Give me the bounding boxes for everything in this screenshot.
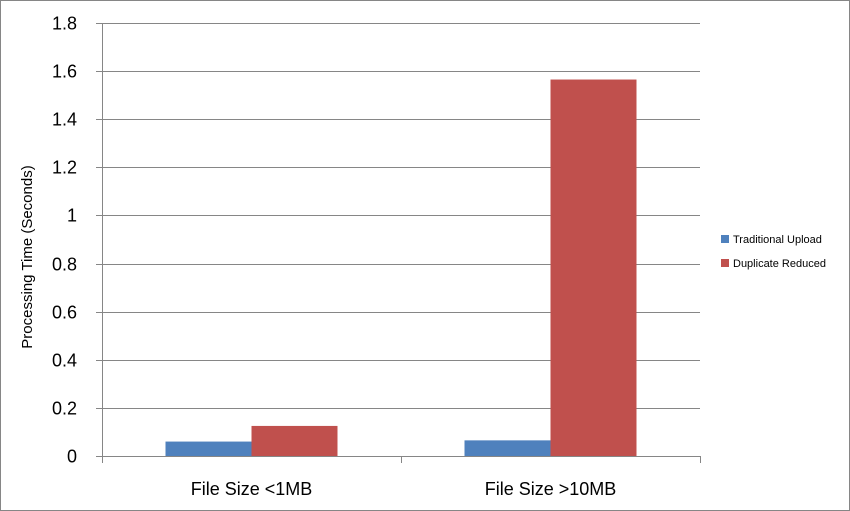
y-tick-label: 1.4 — [52, 110, 77, 130]
legend-label: Traditional Upload — [733, 234, 822, 246]
y-tick-label: 0 — [67, 447, 77, 467]
y-tick-label: 0.6 — [52, 303, 77, 323]
y-axis-title: Processing Time (Seconds) — [19, 165, 36, 348]
chart-frame: 0 0.2 0.4 0.6 0.8 1 1.2 1.4 1.6 1.8 File Size <1M… — [0, 0, 850, 511]
bar-chart: 0 0.2 0.4 0.6 0.8 1 1.2 1.4 1.6 1.8 File Size <1M… — [19, 14, 826, 500]
y-tick-label: 0.4 — [52, 351, 77, 371]
x-category-labels: File Size <1MB File Size >10MB — [191, 479, 617, 499]
y-tick-labels: 0 0.2 0.4 0.6 0.8 1 1.2 1.4 1.6 1.8 — [52, 14, 77, 467]
bar-traditional-upload-1 — [464, 440, 551, 456]
bar-duplicate-reduced-0 — [251, 425, 338, 456]
y-tick-label: 0.2 — [52, 399, 77, 419]
bar-traditional-upload-0 — [165, 441, 252, 456]
bars — [165, 79, 637, 457]
bar-duplicate-reduced-1 — [550, 79, 637, 457]
legend-swatch — [721, 235, 729, 243]
y-tick-label: 0.8 — [52, 255, 77, 275]
legend-label: Duplicate Reduced — [733, 258, 826, 270]
x-category-label: File Size <1MB — [191, 479, 313, 499]
y-tick-label: 1.6 — [52, 62, 77, 82]
legend: Traditional Upload Duplicate Reduced — [721, 234, 826, 270]
y-tick-label: 1 — [67, 206, 77, 226]
x-category-label: File Size >10MB — [485, 479, 617, 499]
y-tick-label: 1.2 — [52, 158, 77, 178]
y-tick-label: 1.8 — [52, 14, 77, 34]
legend-swatch — [721, 259, 729, 267]
